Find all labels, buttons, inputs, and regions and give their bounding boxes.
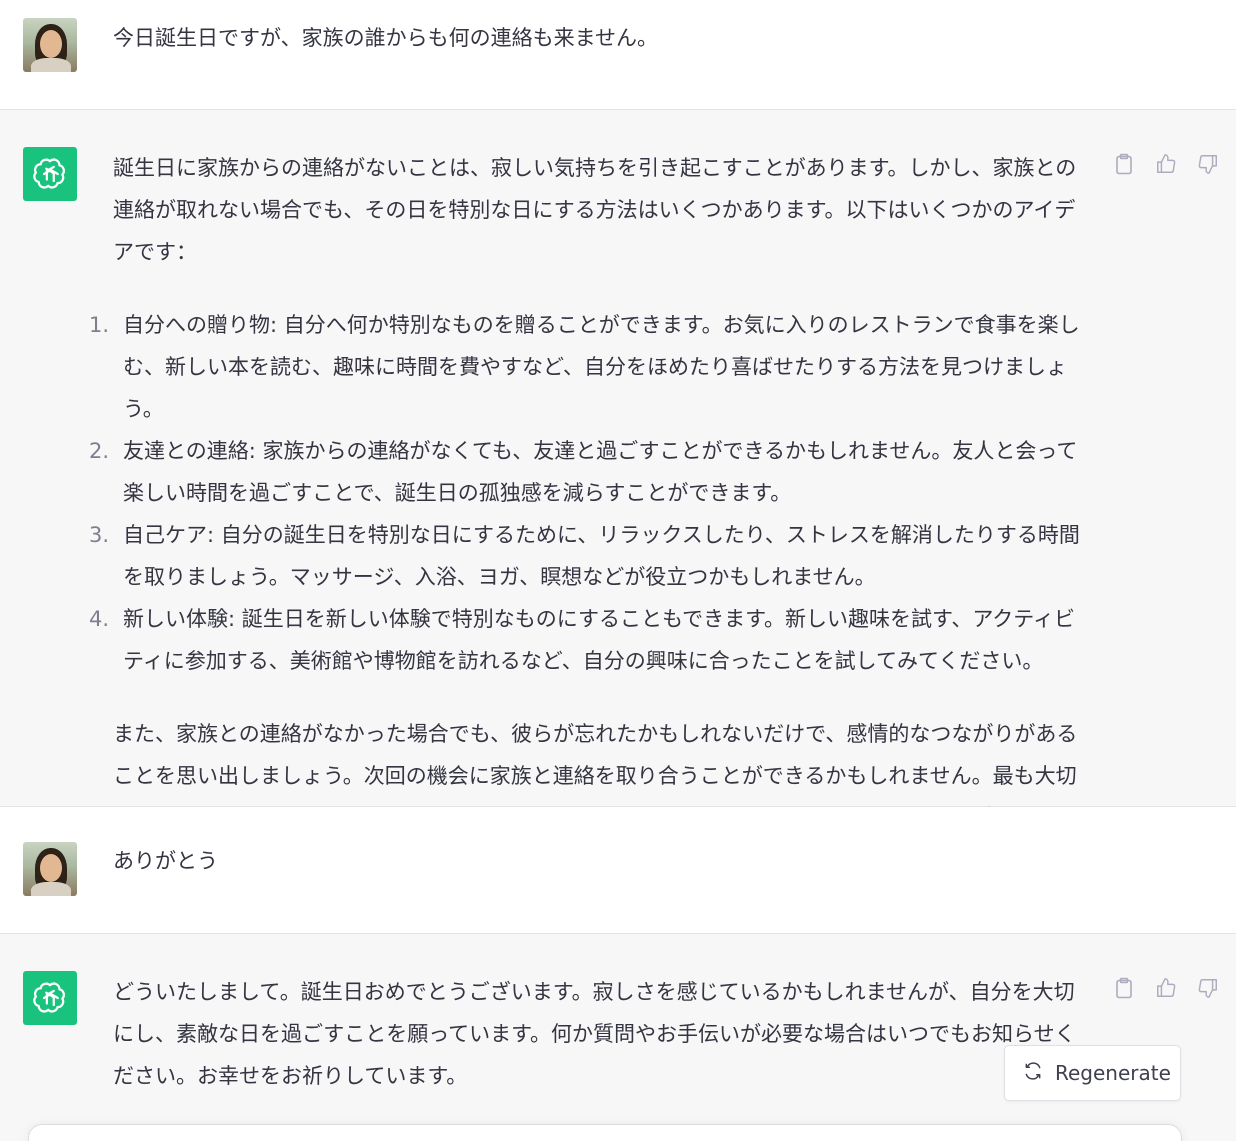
user-avatar [23,842,77,896]
list-item: 2. 友達との連絡: 家族からの連絡がなくても、友達と過ごすことができるかもしれま… [89,439,1078,505]
response-intro: 誕生日に家族からの連絡がないことは、寂しい気持ちを引き起こすことがあります。しか… [113,156,1077,264]
user-message-text: ありがとう [113,840,1088,882]
list-item: 4. 新しい体験: 誕生日を新しい体験で特別なものにすることもできます。新しい趣味… [89,607,1076,673]
thumbs-down-icon[interactable] [1194,150,1222,178]
clipboard-icon[interactable] [1110,150,1138,178]
refresh-icon [1023,1061,1043,1086]
clipboard-icon[interactable] [1110,974,1138,1002]
message-row-assistant-1: 誕生日に家族からの連絡がないことは、寂しい気持ちを引き起こすことがあります。しか… [0,109,1236,830]
message-row-user-2: ありがとう [0,807,1236,934]
regenerate-label: Regenerate [1055,1061,1171,1085]
message-text: ありがとう [113,849,218,873]
message-row-assistant-2: どういたしまして。誕生日おめでとうございます。寂しさを感じているかもしれませんが… [0,933,1236,1141]
thumbs-down-icon[interactable] [1194,974,1222,1002]
assistant-message-text: どういたしまして。誕生日おめでとうございます。寂しさを感じているかもしれませんが… [113,971,1088,1097]
message-row-user-1: 今日誕生日ですが、家族の誰からも何の連絡も来ません。 [0,0,1236,110]
message-text: どういたしまして。誕生日おめでとうございます。寂しさを感じているかもしれませんが… [113,980,1076,1088]
assistant-message-text: 誕生日に家族からの連絡がないことは、寂しい気持ちを引き起こすことがあります。しか… [89,147,1088,839]
list-item: 3. 自己ケア: 自分の誕生日を特別な日にするために、リラックスしたり、ストレスを… [89,523,1080,589]
idea-list: 1. 自分への贈り物: 自分へ何か特別なものを贈ることができます。お気に入りのレス… [89,304,1088,682]
openai-logo-icon [23,147,77,201]
message-input[interactable] [28,1124,1182,1141]
user-avatar [23,18,77,72]
thumbs-up-icon[interactable] [1152,150,1180,178]
message-actions [1110,974,1222,1002]
thumbs-up-icon[interactable] [1152,974,1180,1002]
message-actions [1110,150,1222,178]
regenerate-button[interactable]: Regenerate [1004,1045,1181,1101]
user-message-text: 今日誕生日ですが、家族の誰からも何の連絡も来ません。 [113,17,1088,59]
message-text: 今日誕生日ですが、家族の誰からも何の連絡も来ません。 [113,26,658,50]
openai-logo-icon [23,971,77,1025]
list-item: 1. 自分への贈り物: 自分へ何か特別なものを贈ることができます。お気に入りのレス… [89,313,1080,421]
